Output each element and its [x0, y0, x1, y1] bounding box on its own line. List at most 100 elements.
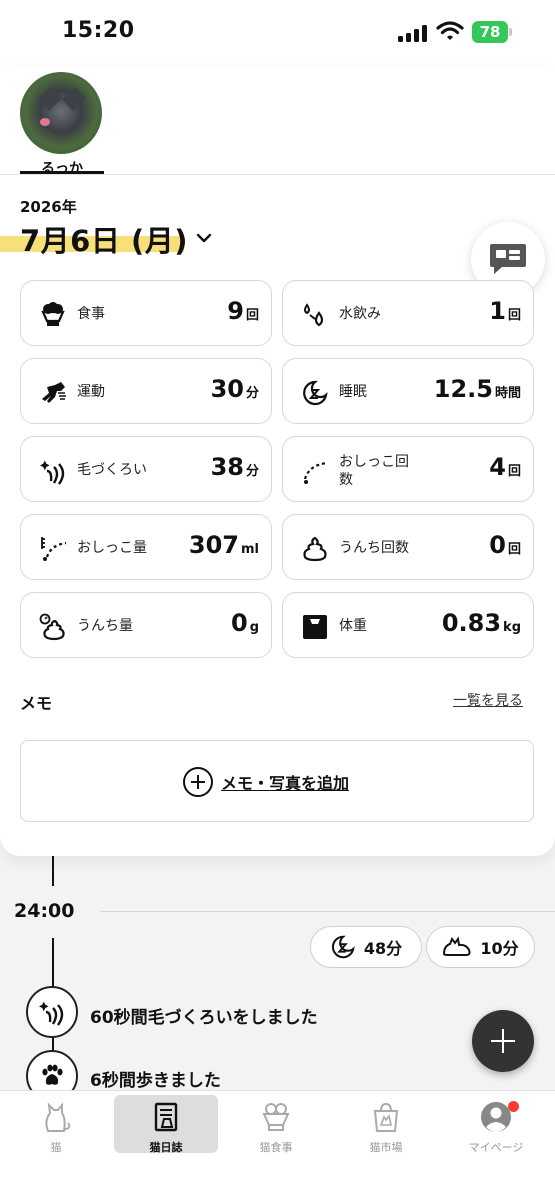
- stat-value: 30: [210, 375, 244, 403]
- stat-label: 睡眠: [339, 384, 367, 400]
- stat-unit: 分: [245, 464, 259, 479]
- notification-badge: [508, 1101, 519, 1112]
- cat-tab-rukka[interactable]: るっか: [20, 72, 104, 178]
- battery-tip: [509, 28, 512, 36]
- stat-label: うんち回数: [339, 540, 409, 556]
- timeline-hour: 24:00: [14, 900, 75, 922]
- stat-value: 38: [210, 453, 244, 481]
- rest-duration-pill[interactable]: 10分: [426, 926, 535, 968]
- stat-unit: g: [249, 620, 259, 635]
- stat-value: 0.83: [441, 609, 502, 637]
- diary-icon: [154, 1102, 178, 1132]
- stat-value: 0: [230, 609, 248, 637]
- stat-card-grooming[interactable]: 毛づくろい 38 分: [20, 436, 272, 502]
- memo-heading: メモ: [20, 694, 53, 713]
- cat-lying-icon: [443, 936, 471, 956]
- sleep-z-icon: [331, 935, 355, 959]
- divider: [0, 174, 555, 175]
- cat-icon: [45, 1102, 71, 1132]
- stat-card-sleep[interactable]: 睡眠 12.5 時間: [282, 358, 534, 424]
- tab-label: 猫日誌: [149, 1141, 183, 1154]
- daily-summary-panel: るっか 2026年 7月6日 (月) 食事 9回 水飲み 1回 運動 30 分 …: [0, 66, 555, 856]
- add-memo-photo-button[interactable]: メモ・写真を追加: [20, 740, 534, 822]
- stat-label: 体重: [339, 618, 367, 634]
- status-bar: 15:20 78: [0, 0, 555, 66]
- poop-amount-icon: [39, 613, 65, 641]
- stat-card-poop-amount[interactable]: うんち量 0g: [20, 592, 272, 658]
- tab-market[interactable]: 猫市場: [334, 1095, 438, 1154]
- stat-unit: 回: [507, 464, 521, 479]
- stat-label: 運動: [77, 384, 105, 400]
- food-bowl-icon: [262, 1103, 290, 1131]
- stat-label: おしっこ回数: [339, 454, 409, 488]
- chevron-down-icon[interactable]: [196, 230, 212, 246]
- grooming-icon: [39, 1001, 64, 1026]
- cat-avatar: [20, 72, 102, 154]
- battery-indicator: 78: [472, 21, 508, 43]
- bottom-tab-bar: 猫 猫日誌 猫食事 猫市場 マイページ: [0, 1090, 555, 1200]
- cat-name: るっか: [41, 161, 83, 177]
- tab-label: 猫: [50, 1141, 62, 1154]
- tab-diary[interactable]: 猫日誌: [114, 1095, 218, 1154]
- stat-card-meal[interactable]: 食事 9回: [20, 280, 272, 346]
- cellular-signal-icon: [398, 24, 427, 42]
- stat-value: 307: [188, 531, 239, 559]
- shopping-bag-icon: [373, 1102, 399, 1132]
- tab-cat[interactable]: 猫: [4, 1095, 108, 1154]
- plus-circle-icon: [183, 767, 213, 797]
- stat-unit: 回: [507, 308, 521, 323]
- sleep-z-icon: [303, 380, 328, 406]
- stat-label: 水飲み: [339, 306, 381, 322]
- running-cat-icon: [42, 382, 66, 403]
- pill-label: 48分: [363, 939, 403, 958]
- year-label: 2026年: [20, 198, 77, 216]
- tab-label: 猫市場: [369, 1141, 403, 1154]
- stat-unit: 回: [507, 542, 521, 557]
- timeline-hour-divider: [100, 911, 555, 912]
- sleep-duration-pill[interactable]: 48分: [310, 926, 422, 968]
- add-memo-label: メモ・写真を追加: [221, 774, 350, 793]
- stat-card-pee-count[interactable]: おしっこ回数 4回: [282, 436, 534, 502]
- grooming-icon: [40, 460, 65, 485]
- stat-card-weight[interactable]: 体重 0.83 kg: [282, 592, 534, 658]
- status-time: 15:20: [62, 18, 135, 43]
- grooming-event-icon: [26, 986, 78, 1038]
- tab-label: 猫食事: [259, 1141, 293, 1154]
- stat-unit: ml: [240, 542, 259, 557]
- timeline-event-text[interactable]: 60秒間毛づくろいをしました: [90, 1003, 318, 1028]
- stat-value: 9: [227, 297, 244, 325]
- tab-mypage[interactable]: マイページ: [444, 1095, 548, 1154]
- timeline-event-text[interactable]: 6秒間歩きました: [90, 1066, 221, 1091]
- tab-food[interactable]: 猫食事: [224, 1095, 328, 1154]
- stat-label: うんち量: [77, 618, 133, 634]
- stat-unit: kg: [503, 620, 521, 635]
- stat-card-pee-amount[interactable]: おしっこ量 307 ml: [20, 514, 272, 580]
- stat-card-poop-count[interactable]: うんち回数 0回: [282, 514, 534, 580]
- pee-amount-icon: [41, 537, 67, 561]
- stat-unit: 分: [245, 386, 259, 401]
- paw-icon: [42, 1064, 63, 1085]
- water-drop-icon: [304, 303, 324, 327]
- view-all-memos-link[interactable]: 一覧を見る: [453, 690, 523, 710]
- chat-bubble-icon: [490, 244, 526, 274]
- stat-unit: 時間: [494, 386, 521, 401]
- stat-value: 12.5: [433, 375, 493, 403]
- timeline-line: [52, 856, 54, 886]
- stat-unit: 回: [245, 308, 259, 323]
- stat-label: おしっこ量: [77, 540, 147, 556]
- pee-count-icon: [303, 461, 328, 484]
- date-selector[interactable]: 7月6日 (月): [20, 218, 188, 260]
- stat-card-exercise[interactable]: 運動 30 分: [20, 358, 272, 424]
- tab-label: マイページ: [468, 1141, 524, 1154]
- food-bowl-icon: [41, 302, 65, 326]
- stat-label: 毛づくろい: [77, 462, 147, 478]
- poop-count-icon: [303, 536, 327, 562]
- scale-icon: [303, 615, 327, 639]
- stat-value: 1: [489, 297, 506, 325]
- stat-label: 食事: [77, 306, 105, 322]
- stat-value: 0: [489, 531, 506, 559]
- add-record-button[interactable]: [472, 1010, 534, 1072]
- pill-label: 10分: [480, 939, 519, 958]
- stat-value: 4: [489, 453, 506, 481]
- stat-card-water[interactable]: 水飲み 1回: [282, 280, 534, 346]
